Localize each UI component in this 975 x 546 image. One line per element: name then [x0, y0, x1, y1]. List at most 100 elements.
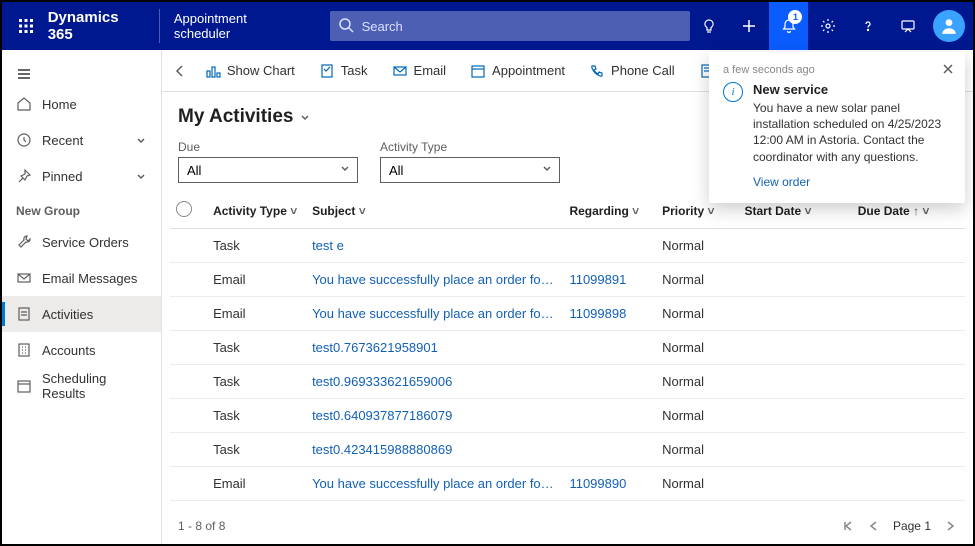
filter-due-select[interactable]: All [178, 157, 358, 183]
quick-create-button[interactable] [729, 2, 769, 50]
filter-type-label: Activity Type [380, 140, 560, 154]
cell-activity-type: Task [207, 229, 306, 263]
cell-activity-type: Email [207, 263, 306, 297]
sidebar-pinned[interactable]: Pinned [2, 158, 161, 194]
home-icon [16, 96, 32, 112]
table-row[interactable]: Task test0.423415988880869 Normal [170, 433, 965, 467]
notification-close-button[interactable] [941, 62, 955, 76]
help-button[interactable] [848, 2, 888, 50]
notification-toast: a few seconds ago i New service You have… [709, 52, 965, 203]
clock-icon [16, 132, 32, 148]
mail-icon [16, 270, 32, 286]
table-row[interactable]: Task test0.969333621659006 Normal [170, 365, 965, 399]
cmd-task[interactable]: Task [309, 54, 378, 88]
sidebar-item-label: Pinned [42, 169, 82, 184]
cell-regarding[interactable]: 11099898 [563, 297, 656, 331]
sidebar-item-activities[interactable]: Activities [2, 296, 161, 332]
sidebar-item-label: Recent [42, 133, 83, 148]
col-activity-type[interactable]: Activity Type ˅ [207, 193, 306, 229]
pager-first[interactable] [841, 519, 855, 533]
notification-body: You have a new solar panel installation … [753, 100, 951, 165]
cell-subject[interactable]: test0.969333621659006 [306, 365, 563, 399]
cell-priority: Normal [656, 263, 738, 297]
sidebar-item-scheduling[interactable]: Scheduling Results [2, 368, 161, 404]
cell-subject[interactable]: test e [306, 229, 563, 263]
cell-regarding[interactable] [563, 399, 656, 433]
table-row[interactable]: Task test0.640937877186079 Normal [170, 399, 965, 433]
cell-regarding[interactable] [563, 433, 656, 467]
notification-link[interactable]: View order [753, 175, 810, 189]
notification-timestamp: a few seconds ago [723, 64, 951, 76]
sidebar-item-accounts[interactable]: Accounts [2, 332, 161, 368]
chevron-down-icon [339, 162, 351, 174]
view-title[interactable]: My Activities [178, 106, 311, 128]
wrench-icon [16, 234, 32, 250]
cell-priority: Normal [656, 399, 738, 433]
sidebar-recent[interactable]: Recent [2, 122, 161, 158]
cmd-appointment[interactable]: Appointment [460, 54, 575, 88]
lightbulb-button[interactable] [690, 2, 730, 50]
cell-subject[interactable]: test0.640937877186079 [306, 399, 563, 433]
brand-label: Dynamics 365 [42, 9, 160, 43]
cell-subject[interactable]: test0.7673621958901 [306, 331, 563, 365]
table-row[interactable]: Email You have successfully place an ord… [170, 467, 965, 501]
sidebar-item-service-orders[interactable]: Service Orders [2, 224, 161, 260]
chevron-down-icon [135, 134, 147, 146]
sidebar-item-label: Scheduling Results [42, 371, 147, 401]
cell-priority: Normal [656, 467, 738, 501]
settings-button[interactable] [808, 2, 848, 50]
back-button[interactable] [170, 54, 191, 88]
chevron-down-icon [541, 162, 553, 174]
cell-regarding[interactable] [563, 229, 656, 263]
cell-regarding[interactable]: 11099890 [563, 467, 656, 501]
sidebar-item-label: Accounts [42, 343, 95, 358]
cell-subject[interactable]: test0.423415988880869 [306, 433, 563, 467]
calendar-icon [16, 378, 32, 394]
notifications-button[interactable]: 1 [769, 2, 809, 50]
cell-activity-type: Email [207, 297, 306, 331]
table-row[interactable]: Task test e Normal [170, 229, 965, 263]
assistant-button[interactable] [888, 2, 928, 50]
cell-activity-type: Task [207, 399, 306, 433]
search-icon [338, 17, 354, 33]
cmd-email[interactable]: Email [382, 54, 457, 88]
cell-priority: Normal [656, 297, 738, 331]
table-row[interactable]: Email You have successfully place an ord… [170, 263, 965, 297]
cell-priority: Normal [656, 433, 738, 467]
pager-page-label: Page 1 [893, 519, 931, 533]
info-icon: i [723, 82, 743, 102]
sidebar-item-email[interactable]: Email Messages [2, 260, 161, 296]
sidebar-home[interactable]: Home [2, 86, 161, 122]
sidebar-item-label: Service Orders [42, 235, 129, 250]
cell-priority: Normal [656, 331, 738, 365]
global-header: Dynamics 365 Appointment scheduler 1 [2, 2, 973, 50]
pager-prev[interactable] [867, 519, 881, 533]
filter-type-select[interactable]: All [380, 157, 560, 183]
notifications-badge: 1 [788, 10, 802, 24]
sidebar: Home Recent Pinned New Group Service Ord… [2, 50, 162, 544]
building-icon [16, 342, 32, 358]
activities-grid: Activity Type ˅ Subject ˅ Regarding ˅ Pr… [170, 193, 965, 501]
cell-regarding[interactable] [563, 331, 656, 365]
select-all-checkbox[interactable] [176, 201, 192, 217]
table-row[interactable]: Email You have successfully place an ord… [170, 297, 965, 331]
cell-subject[interactable]: You have successfully place an order for… [306, 467, 563, 501]
cell-priority: Normal [656, 365, 738, 399]
cell-subject[interactable]: You have successfully place an order for… [306, 297, 563, 331]
cell-subject[interactable]: You have successfully place an order for… [306, 263, 563, 297]
pager-range: 1 - 8 of 8 [178, 519, 225, 533]
cell-regarding[interactable] [563, 365, 656, 399]
pager-next[interactable] [943, 519, 957, 533]
global-search-input[interactable] [330, 11, 690, 41]
col-subject[interactable]: Subject ˅ [306, 193, 563, 229]
sidebar-toggle[interactable] [2, 58, 161, 86]
cmd-show-chart[interactable]: Show Chart [195, 54, 305, 88]
col-regarding[interactable]: Regarding ˅ [563, 193, 656, 229]
cmd-phone[interactable]: Phone Call [579, 54, 685, 88]
cell-regarding[interactable]: 11099891 [563, 263, 656, 297]
chevron-down-icon [135, 170, 147, 182]
user-avatar[interactable] [933, 10, 965, 42]
table-row[interactable]: Task test0.7673621958901 Normal [170, 331, 965, 365]
checklist-icon [16, 306, 32, 322]
app-launcher-button[interactable] [10, 10, 42, 42]
